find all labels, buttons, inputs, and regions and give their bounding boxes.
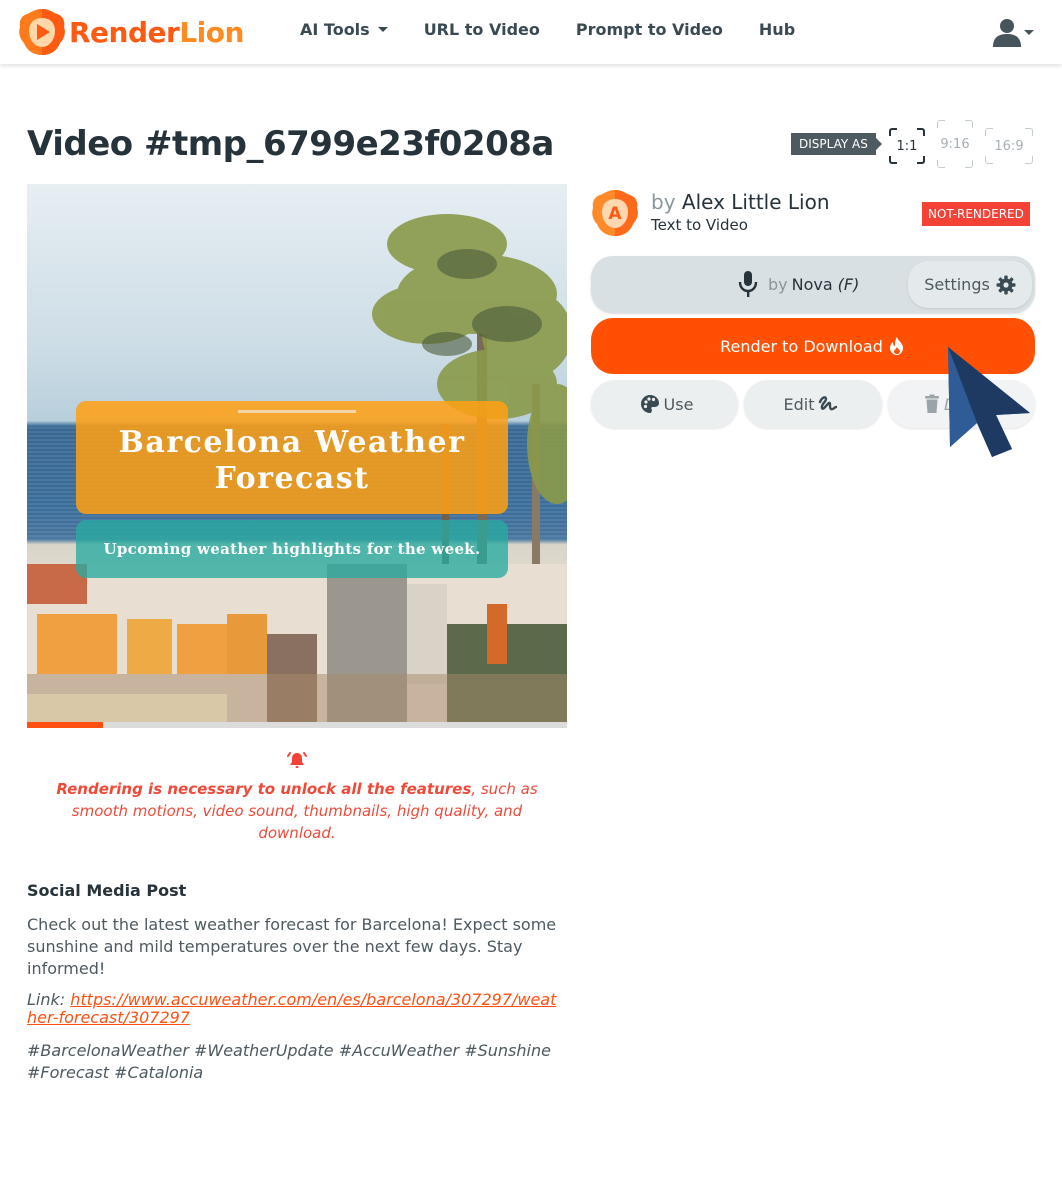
buildings-image [27, 564, 567, 722]
ratio-9-16-button[interactable]: 9:16 [937, 120, 973, 168]
author-by-label: by [651, 190, 676, 214]
voice-settings-button[interactable]: Settings [908, 261, 1032, 308]
page-title: Video #tmp_6799e23f0208a [27, 124, 554, 164]
brand-name: RenderLion [69, 15, 244, 49]
main-nav: AI Tools URL to Video Prompt to Video Hu… [300, 20, 831, 39]
use-button[interactable]: Use [591, 380, 738, 428]
voice-selector[interactable]: by Nova (F) [738, 270, 859, 298]
author-initial: A [608, 204, 622, 224]
user-icon [993, 19, 1021, 47]
video-type: Text to Video [651, 216, 748, 234]
caret-down-icon [377, 27, 388, 32]
ratio-16-9-button[interactable]: 16:9 [985, 128, 1033, 164]
social-post-link-label: Link: [27, 990, 71, 1009]
video-title-card: Barcelona Weather Forecast [76, 401, 508, 514]
video-progress-bar[interactable] [27, 722, 567, 728]
ratio-1-1-button[interactable]: 1:1 [889, 128, 925, 164]
author-line: by Alex Little Lion [651, 190, 830, 214]
fire-icon [889, 337, 903, 355]
social-post-body: Check out the latest weather forecast fo… [27, 915, 557, 978]
delete-button[interactable]: D [888, 380, 1035, 428]
social-post-heading: Social Media Post [27, 881, 187, 900]
voice-by-label: by [768, 274, 788, 294]
user-menu-button[interactable] [992, 17, 1034, 47]
nav-ai-tools-label: AI Tools [300, 20, 370, 39]
ratio-16-9-label: 16:9 [994, 138, 1024, 154]
nav-ai-tools-dropdown[interactable]: AI Tools [300, 20, 388, 39]
gear-icon [996, 275, 1016, 294]
caret-down-icon [1024, 29, 1034, 35]
video-progress-fill [27, 722, 103, 728]
video-preview[interactable]: Barcelona Weather Forecast Upcoming weat… [27, 184, 567, 722]
video-subtitle-card: Upcoming weather highlights for the week… [76, 520, 508, 578]
nav-prompt-to-video[interactable]: Prompt to Video [576, 20, 723, 39]
bell-ringing-icon [287, 752, 307, 768]
navbar: RenderLion AI Tools URL to Video Prompt … [0, 0, 1062, 64]
video-subtitle-text: Upcoming weather highlights for the week… [103, 540, 481, 558]
settings-label: Settings [924, 275, 990, 294]
social-post-hashtags: #BarcelonaWeather #WeatherUpdate #AccuWe… [27, 1041, 551, 1082]
use-label: Use [663, 394, 694, 414]
author-name[interactable]: Alex Little Lion [682, 190, 830, 214]
nav-hub[interactable]: Hub [759, 20, 795, 39]
author-avatar[interactable]: A [591, 189, 639, 237]
social-post-link-line: Link: https://www.accuweather.com/en/es/… [27, 991, 562, 1027]
ratio-9-16-label: 9:16 [940, 136, 970, 152]
trash-icon [925, 394, 939, 413]
render-notice: Rendering is necessary to unlock all the… [47, 778, 547, 844]
nav-url-to-video-label: URL to Video [423, 20, 540, 39]
delete-label: D [944, 394, 957, 414]
social-post-link[interactable]: https://www.accuweather.com/en/es/barcel… [27, 990, 556, 1027]
ratio-1-1-label: 1:1 [896, 138, 918, 154]
lion-logo-icon [19, 9, 65, 55]
brand-logo[interactable]: RenderLion [17, 7, 244, 57]
nav-hub-label: Hub [758, 20, 796, 39]
edit-button[interactable]: Edit [744, 380, 882, 428]
palette-icon [640, 395, 659, 413]
render-notice-bold: Rendering is necessary to unlock all the… [56, 780, 472, 798]
voice-gender: (F) [837, 274, 860, 294]
video-title-text: Barcelona Weather Forecast [118, 424, 466, 496]
nav-url-to-video[interactable]: URL to Video [424, 20, 540, 39]
edit-label: Edit [783, 394, 815, 414]
nav-prompt-to-video-label: Prompt to Video [575, 20, 723, 39]
status-badge: NOT-RENDERED [922, 202, 1030, 226]
render-to-download-button[interactable]: Render to Download [591, 318, 1035, 374]
microphone-icon [738, 271, 758, 297]
render-label: Render to Download [720, 336, 883, 356]
display-as-label: DISPLAY AS [791, 133, 882, 155]
voice-name: Nova [791, 274, 833, 294]
title-card-accent-bar [238, 410, 356, 413]
signature-icon [819, 396, 838, 411]
